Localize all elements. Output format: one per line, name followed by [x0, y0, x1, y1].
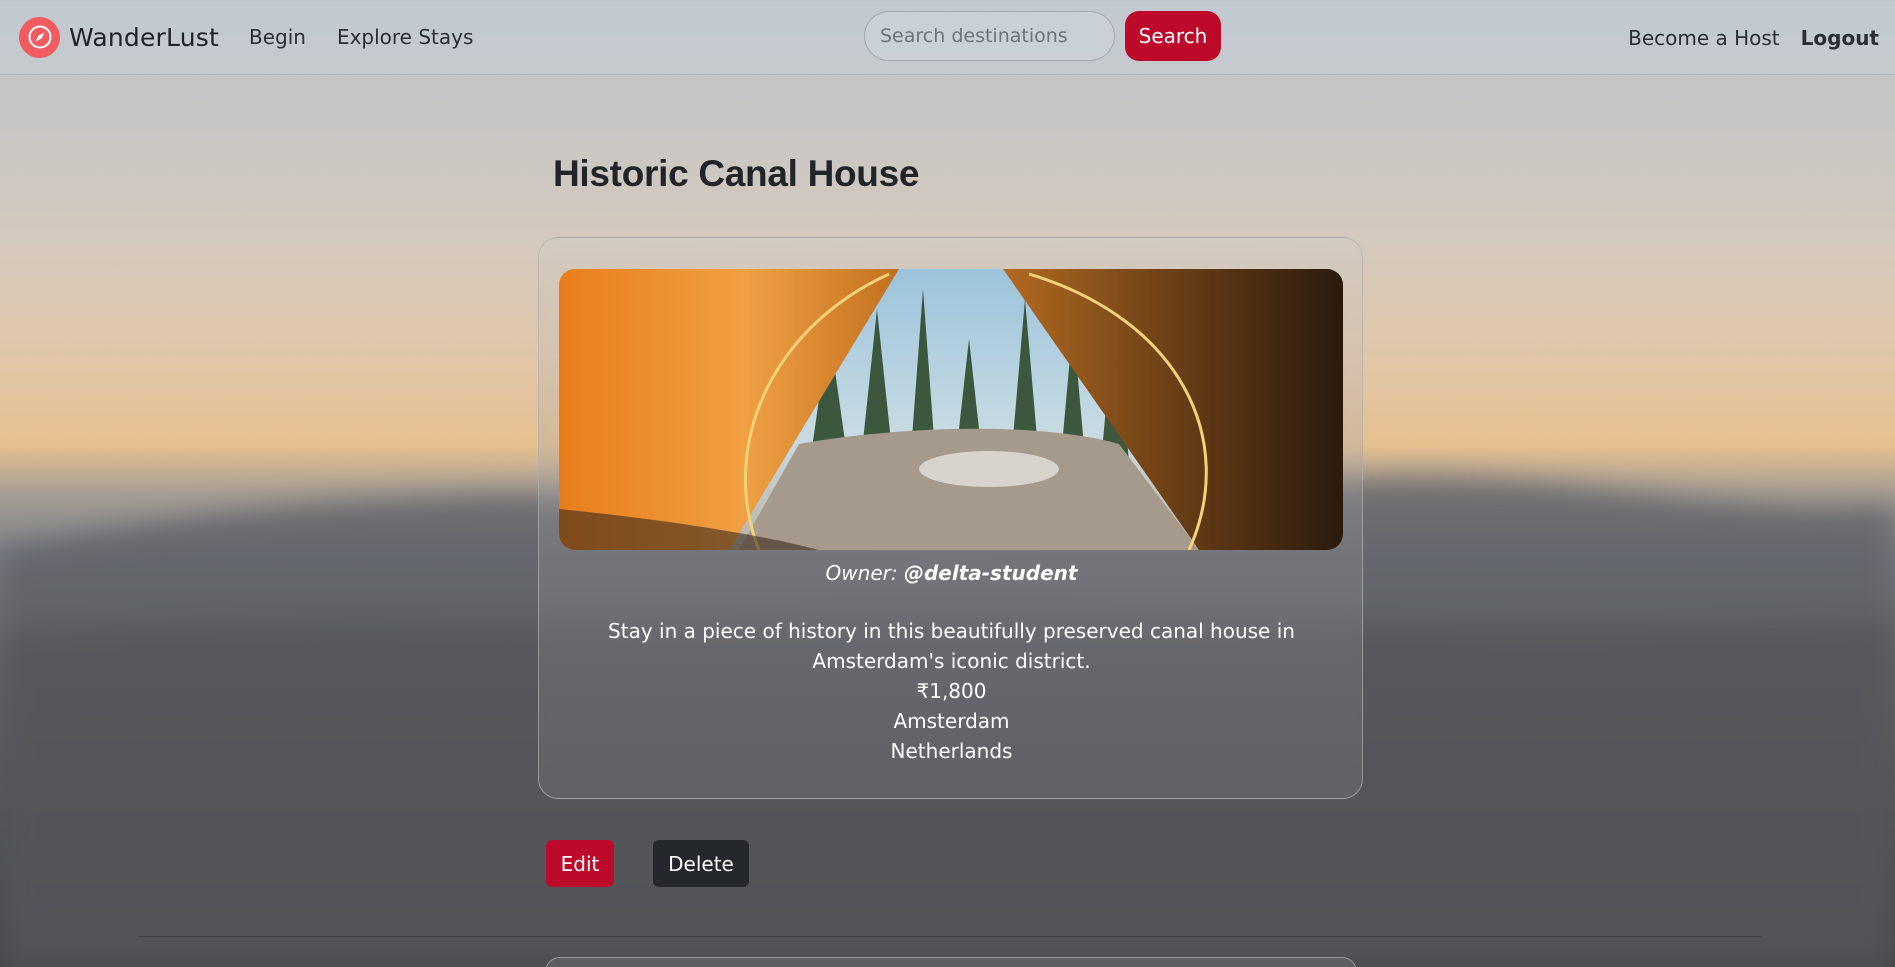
top-navbar: WanderLust Begin Explore Stays Search Be… [0, 0, 1895, 75]
owner-username: @delta-student [903, 561, 1078, 585]
brand[interactable]: WanderLust [19, 16, 219, 58]
nav-right: Become a Host Logout [1628, 0, 1879, 75]
logout-link[interactable]: Logout [1801, 26, 1879, 50]
listing-description: Stay in a piece of history in this beaut… [608, 619, 1295, 673]
become-host-link[interactable]: Become a Host [1628, 26, 1780, 50]
nav-link-begin[interactable]: Begin [249, 25, 306, 49]
listing-price: ₹1,800 [916, 679, 987, 703]
edit-button[interactable]: Edit [546, 840, 614, 887]
next-section-card [545, 957, 1357, 967]
compass-icon [19, 16, 60, 58]
listing-card: Owner: @delta-student Stay in a piece of… [538, 237, 1363, 799]
search-input[interactable] [864, 11, 1115, 61]
nav-link-explore-stays[interactable]: Explore Stays [337, 25, 473, 49]
page-title: Historic Canal House [553, 153, 920, 194]
brand-name: WanderLust [69, 22, 219, 52]
listing-city: Amsterdam [893, 709, 1010, 733]
divider [137, 936, 1761, 937]
listing-details: Owner: @delta-student Stay in a piece of… [539, 561, 1364, 766]
owner-line: Owner: @delta-student [539, 561, 1364, 585]
listing-image [559, 269, 1343, 550]
owner-label: Owner: [825, 561, 898, 585]
search-form: Search [864, 11, 1221, 61]
delete-button[interactable]: Delete [653, 840, 749, 887]
search-button[interactable]: Search [1125, 11, 1221, 61]
listing-country: Netherlands [890, 739, 1013, 763]
